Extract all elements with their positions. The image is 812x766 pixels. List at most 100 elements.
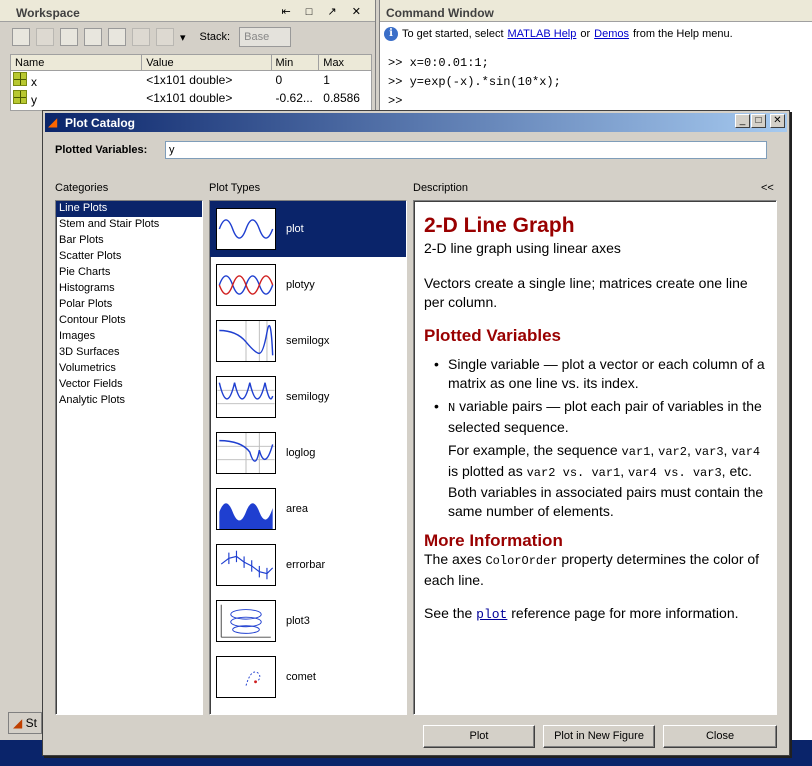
dropdown-arrow-icon[interactable]: ▾ — [180, 31, 186, 44]
new-variable-icon[interactable] — [12, 28, 30, 46]
plot-reference-link[interactable]: plot — [476, 607, 507, 622]
description-header: Description — [413, 182, 469, 194]
list-item[interactable]: Pie Charts — [56, 265, 202, 281]
plot-thumbnail-icon — [216, 208, 276, 250]
list-item[interactable]: Stem and Stair Plots — [56, 217, 202, 233]
loglog-thumbnail-icon — [216, 432, 276, 474]
minimize-button[interactable]: _ — [735, 114, 750, 128]
plotted-variables-input[interactable] — [165, 141, 767, 159]
stack-select[interactable]: Base — [239, 27, 292, 47]
list-item[interactable]: Images — [56, 329, 202, 345]
plot-type-plot[interactable]: plot — [210, 201, 406, 257]
plot-type-label: area — [286, 503, 309, 515]
command-line: >> x=0:0.01:1; — [388, 56, 489, 70]
more-information-paragraph: The axes ColorOrder property determines … — [424, 550, 766, 590]
plot-in-new-figure-button[interactable]: Plot in New Figure — [543, 725, 655, 748]
plot-types-list[interactable]: plot plotyy semilogx semilogy loglog are… — [209, 200, 407, 715]
plot-type-area[interactable]: area — [210, 481, 406, 537]
plotyy-thumbnail-icon — [216, 264, 276, 306]
variable-icon — [13, 89, 27, 104]
save-workspace-icon[interactable] — [84, 28, 102, 46]
help-text: To get started, select — [402, 28, 504, 40]
list-item[interactable]: Analytic Plots — [56, 393, 202, 409]
plot-type-errorbar[interactable]: errorbar — [210, 537, 406, 593]
example-paragraph: For example, the sequence var1, var2, va… — [448, 442, 764, 519]
list-item[interactable]: Line Plots — [56, 201, 202, 217]
list-item[interactable]: Scatter Plots — [56, 249, 202, 265]
matlab-logo-icon: ◢ — [48, 115, 58, 129]
plot-type-loglog[interactable]: loglog — [210, 425, 406, 481]
help-text: from the Help menu. — [633, 28, 733, 40]
example-text: is plotted as — [448, 463, 527, 479]
inline-code: var1 — [621, 445, 651, 459]
plot-type-semilogx[interactable]: semilogx — [210, 313, 406, 369]
variable-icon — [13, 71, 27, 86]
plot-type-label: semilogy — [286, 391, 330, 403]
stack-label: Stack: — [199, 31, 231, 43]
description-subheading: 2-D line graph using linear axes — [424, 240, 621, 256]
col-max-header[interactable]: Max — [319, 55, 371, 70]
see-text: See the — [424, 605, 477, 621]
var-max: 0.8586 — [323, 91, 360, 105]
list-item[interactable]: Histograms — [56, 281, 202, 297]
plot-type-plotyy[interactable]: plotyy — [210, 257, 406, 313]
description-paragraph: Vectors create a single line; matrices c… — [424, 275, 748, 310]
plot-type-comet[interactable]: comet — [210, 649, 406, 705]
workspace-window-buttons[interactable]: ⇤ □ ↗ ✕ — [282, 5, 367, 18]
list-item[interactable]: Volumetrics — [56, 361, 202, 377]
help-hint: i To get started, select MATLAB Help or … — [384, 24, 808, 44]
var-min: -0.62... — [275, 91, 313, 105]
categories-list[interactable]: Line Plots Stem and Stair Plots Bar Plot… — [55, 200, 203, 715]
plotted-variables-list: Single variable — plot a vector or each … — [424, 355, 766, 521]
errorbar-thumbnail-icon — [216, 544, 276, 586]
var-value: <1x101 double> — [146, 73, 233, 87]
plot-selection-icon[interactable] — [156, 28, 174, 46]
table-row[interactable]: y <1x101 double> -0.62... 0.8586 — [11, 89, 371, 107]
maximize-button[interactable]: □ — [751, 114, 766, 128]
plot-type-label: plot — [286, 223, 304, 235]
start-button[interactable]: ◢ St — [8, 712, 42, 734]
plot-type-semilogy[interactable]: semilogy — [210, 369, 406, 425]
semilogy-thumbnail-icon — [216, 376, 276, 418]
list-item[interactable]: Contour Plots — [56, 313, 202, 329]
close-icon[interactable]: ✕ — [770, 114, 785, 128]
inline-code: var3 — [694, 445, 724, 459]
workspace-grid: x <1x101 double> 0 1 y <1x101 double> -0… — [10, 71, 372, 111]
example-text: For example, the sequence — [448, 442, 622, 458]
list-item[interactable]: Vector Fields — [56, 377, 202, 393]
list-item: N variable pairs — plot each pair of var… — [434, 397, 766, 521]
inline-code: vs. — [555, 466, 592, 480]
workspace-toolbar: ▾ Stack: Base — [0, 24, 376, 50]
list-item[interactable]: Bar Plots — [56, 233, 202, 249]
plot-type-plot3[interactable]: plot3 — [210, 593, 406, 649]
list-item[interactable]: 3D Surfaces — [56, 345, 202, 361]
matlab-logo-icon: ◢ — [13, 716, 23, 730]
inline-code: var4 — [731, 445, 761, 459]
plot-button[interactable]: Plot — [423, 725, 535, 748]
dialog-title: Plot Catalog — [45, 113, 787, 132]
description-heading: 2-D Line Graph — [424, 214, 575, 237]
open-variable-icon[interactable] — [36, 28, 54, 46]
plotted-variables-label: Plotted Variables: — [55, 144, 148, 156]
matlab-help-link[interactable]: MATLAB Help — [508, 28, 577, 40]
command-line: >> y=exp(-x).*sin(10*x); — [388, 75, 561, 89]
delete-variable-icon[interactable] — [132, 28, 150, 46]
more-information-heading: More Information — [424, 531, 563, 550]
list-item[interactable]: Polar Plots — [56, 297, 202, 313]
plot-type-label: comet — [286, 671, 316, 683]
print-icon[interactable] — [108, 28, 126, 46]
load-data-icon[interactable] — [60, 28, 78, 46]
col-min-header[interactable]: Min — [272, 55, 320, 70]
col-name-header[interactable]: Name — [11, 55, 143, 70]
table-row[interactable]: x <1x101 double> 0 1 — [11, 71, 371, 89]
workspace-grid-header: Name Value Min Max — [10, 54, 372, 71]
col-value-header[interactable]: Value — [142, 55, 272, 70]
see-also-paragraph: See the plot reference page for more inf… — [424, 604, 766, 624]
plotted-variables-heading: Plotted Variables — [424, 326, 561, 345]
description-pane: 2-D Line Graph 2-D line graph using line… — [413, 200, 777, 715]
demos-link[interactable]: Demos — [594, 28, 629, 40]
collapse-description-button[interactable]: << — [761, 182, 774, 194]
inline-code: var4 — [628, 466, 657, 480]
plot-types-header: Plot Types — [209, 182, 261, 194]
close-button[interactable]: Close — [663, 725, 777, 748]
